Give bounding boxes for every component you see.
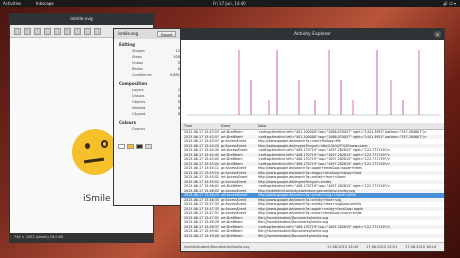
footer-time-1: 17.06.2015 15:43 (327, 245, 359, 249)
smiley-left-eye (85, 143, 90, 149)
clock[interactable]: Fri 17 Jun, 14:40 (213, 0, 246, 7)
editing-label: Steps (132, 55, 142, 59)
inspector-header: ismile.svg Export (114, 29, 184, 39)
smiley-face-drawing[interactable] (72, 129, 118, 175)
editing-row: Confidence 0.891 (114, 72, 184, 78)
section-composition: Composition (119, 81, 148, 86)
col-event[interactable]: Event (221, 123, 230, 130)
app-menu[interactable]: Inkscape (36, 0, 54, 7)
tool-icon[interactable] (94, 28, 101, 35)
inspector-panel: ismile.svg Export Editing Shapes 12 Steps 1… (113, 28, 185, 206)
tool-icon[interactable] (34, 28, 41, 35)
colour-swatch[interactable] (118, 144, 125, 149)
row-data: file:///home/student/Documents/ismile.sv… (258, 233, 329, 238)
colour-swatch[interactable] (145, 144, 152, 149)
composition-label: Layers (132, 88, 144, 92)
colour-swatch[interactable] (136, 144, 143, 149)
editing-value: 0.891 (169, 73, 180, 77)
tool-icon[interactable] (64, 28, 71, 35)
composition-label: Groups (132, 94, 145, 98)
inspector-tab[interactable]: ismile.svg (118, 31, 138, 36)
tool-icon[interactable] (74, 28, 81, 35)
drawing-caption[interactable]: iSmile (83, 194, 111, 204)
smiley-right-eye (101, 140, 108, 148)
col-time[interactable]: Time (184, 123, 192, 130)
composition-label: Objects (132, 100, 146, 104)
table-row[interactable]: 2015-06-17 15:49:09 art:DraftItem file:///… (181, 233, 444, 238)
composition-row: Clipped 0 (114, 111, 184, 117)
activity-table: Time Event Data 2015-06-17 15:43:53 art:D… (181, 123, 444, 238)
window-title: ismile.svg (70, 17, 93, 22)
activities-button[interactable]: Activities (3, 0, 21, 7)
section-colours: Colours (119, 120, 137, 125)
composition-label: Masked (132, 106, 146, 110)
footer-time-2: 17.06.2015 15:51 (366, 245, 398, 249)
footer-path: /home/student/Documents/ismile.svg (184, 245, 250, 249)
tool-icon[interactable] (44, 28, 51, 35)
export-button[interactable]: Export (157, 31, 177, 37)
explorer-footer: /home/student/Documents/ismile.svg 17.06… (181, 242, 444, 251)
tool-icon[interactable] (14, 28, 21, 35)
tool-icon[interactable] (84, 28, 91, 35)
status-bar: 744 × 1052 (pixels) 16.0:00 (10, 233, 153, 242)
editing-label: Shapes (132, 49, 145, 53)
editing-label: Undos (132, 61, 143, 65)
composition-label: Clipped (132, 112, 146, 116)
editing-label: Confidence (132, 73, 152, 77)
top-bar: Activities Inkscape Fri 17 Jun, 14:40 🔊 … (0, 0, 460, 7)
colours-label: Colours (132, 127, 146, 131)
row-time: 2015-06-17 15:49:09 (184, 233, 220, 238)
table-header: Time Event Data (181, 123, 444, 130)
colour-swatches (114, 132, 184, 155)
tool-icon[interactable] (54, 28, 61, 35)
footer-time-3: 17.06.2015 16:14 (405, 245, 437, 249)
close-icon[interactable]: ✕ (434, 31, 441, 38)
section-editing: Editing (119, 42, 135, 47)
activity-timeline-graph[interactable] (181, 40, 444, 123)
smiley-mouth (83, 157, 105, 164)
colour-swatch[interactable] (127, 144, 134, 149)
activity-explorer-window: Activity Explorer ✕ Time Event Data 2015… (180, 28, 445, 252)
row-event: art:DraftItem (221, 233, 243, 238)
editing-label: Redos (132, 67, 143, 71)
inkscape-titlebar: ismile.svg (10, 14, 153, 25)
explorer-title: Activity Explorer (294, 32, 331, 37)
system-menu[interactable]: 🔊 ⏻ ▾ (443, 0, 456, 7)
explorer-titlebar: Activity Explorer ✕ (181, 29, 444, 40)
timeline-svg (181, 40, 444, 123)
tool-icon[interactable] (24, 28, 31, 35)
col-data[interactable]: Data (258, 123, 444, 130)
